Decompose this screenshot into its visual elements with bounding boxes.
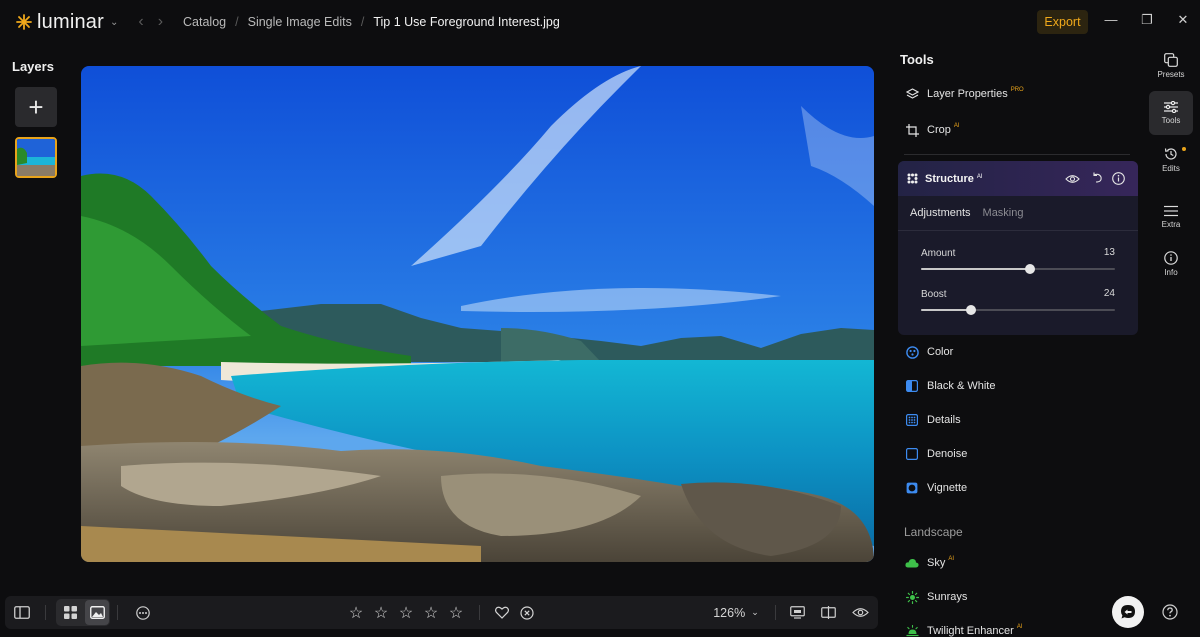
split-view-icon[interactable]	[819, 596, 837, 629]
tool-twilight-enhancer[interactable]: Twilight Enhancer AI	[905, 621, 1023, 637]
breadcrumb-album[interactable]: Single Image Edits	[248, 15, 352, 29]
rating-star-2[interactable]: ☆	[372, 596, 390, 629]
chat-assistant-button[interactable]	[1112, 596, 1144, 628]
tool-details[interactable]: Details	[905, 410, 961, 430]
rail-extra[interactable]: Extra	[1149, 195, 1193, 239]
visibility-eye-icon[interactable]	[1065, 173, 1080, 187]
amount-value: 13	[1103, 247, 1115, 258]
denoise-icon	[905, 447, 919, 461]
tab-adjustments[interactable]: Adjustments	[910, 207, 971, 219]
black-white-icon	[905, 379, 919, 393]
photo-canvas[interactable]	[81, 66, 874, 562]
info-icon	[1164, 251, 1178, 265]
section-landscape: Landscape	[904, 525, 963, 539]
sun-logo-icon	[16, 14, 32, 30]
color-palette-icon	[905, 345, 919, 359]
toggle-sidebar-icon[interactable]	[11, 596, 33, 629]
cloud-icon	[905, 556, 919, 570]
sun-icon	[905, 590, 919, 604]
more-options-icon[interactable]	[135, 596, 151, 629]
rating-star-1[interactable]: ☆	[347, 596, 365, 629]
minimize-icon[interactable]: —	[1101, 12, 1121, 27]
reset-undo-icon[interactable]	[1091, 172, 1103, 187]
preview-eye-icon[interactable]	[850, 596, 870, 629]
app-logo[interactable]: luminar ⌄	[16, 11, 118, 34]
structure-panel: Structure AI Adjustments Masking Amount 1…	[898, 161, 1138, 335]
zoom-level: 126%	[713, 605, 746, 620]
amount-label: Amount	[921, 248, 956, 259]
list-icon	[1164, 205, 1178, 217]
amount-slider-knob[interactable]	[1024, 264, 1035, 274]
export-button[interactable]: Export	[1037, 10, 1088, 34]
boost-value: 24	[1103, 288, 1115, 299]
close-icon[interactable]: ✕	[1173, 12, 1193, 28]
rating-star-5[interactable]: ☆	[447, 596, 465, 629]
tool-color[interactable]: Color	[905, 342, 953, 362]
favorite-heart-icon[interactable]	[493, 596, 511, 629]
grid-view-icon[interactable]	[60, 596, 80, 629]
structure-header[interactable]: Structure AI	[898, 161, 1138, 196]
app-name: luminar	[37, 10, 104, 33]
single-image-view-icon[interactable]	[87, 596, 107, 629]
breadcrumb: Catalog / Single Image Edits / Tip 1 Use…	[183, 15, 560, 29]
details-grid-icon	[905, 413, 919, 427]
zoom-dropdown[interactable]: 126% ⌄	[710, 596, 762, 629]
layer-thumbnail[interactable]	[15, 137, 57, 178]
back-arrow-icon[interactable]: ‹	[138, 13, 143, 31]
amount-slider[interactable]	[921, 264, 1115, 274]
boost-slider[interactable]	[921, 305, 1115, 315]
top-bar: luminar ⌄ ‹ › Catalog / Single Image Edi…	[0, 0, 1200, 44]
vignette-icon	[905, 481, 919, 495]
reject-icon[interactable]	[518, 596, 536, 629]
structure-icon	[907, 173, 918, 187]
layers-stack-icon	[905, 87, 919, 101]
layers-title: Layers	[12, 59, 54, 74]
tool-sunrays[interactable]: Sunrays	[905, 587, 967, 607]
tool-black-white[interactable]: Black & White	[905, 376, 995, 396]
presets-icon	[1164, 53, 1178, 67]
edits-indicator-dot	[1182, 147, 1186, 151]
tool-vignette[interactable]: Vignette	[905, 478, 967, 498]
tool-layer-properties[interactable]: Layer Properties PRO	[905, 84, 1024, 104]
tool-crop[interactable]: Crop AI	[905, 120, 960, 140]
rating-star-4[interactable]: ☆	[422, 596, 440, 629]
tab-masking[interactable]: Masking	[983, 207, 1024, 219]
forward-arrow-icon[interactable]: ›	[158, 13, 163, 31]
info-icon[interactable]	[1112, 172, 1125, 188]
compare-screen-icon[interactable]	[788, 596, 806, 629]
tools-icon	[1164, 101, 1178, 113]
chat-bubble-icon	[1121, 605, 1135, 619]
restore-icon[interactable]: ❐	[1137, 12, 1157, 28]
crop-icon	[905, 123, 919, 137]
rail-info[interactable]: Info	[1149, 242, 1193, 286]
rail-tools[interactable]: Tools	[1149, 91, 1193, 135]
tool-sky[interactable]: Sky AI	[905, 553, 954, 573]
help-icon[interactable]	[1162, 604, 1178, 620]
history-icon	[1164, 148, 1177, 160]
chevron-down-icon: ⌄	[751, 607, 759, 617]
breadcrumb-file: Tip 1 Use Foreground Interest.jpg	[373, 15, 560, 29]
twilight-icon	[905, 624, 919, 637]
chevron-down-icon[interactable]: ⌄	[110, 17, 118, 28]
add-layer-button[interactable]: +	[15, 87, 57, 127]
rail-edits[interactable]: Edits	[1149, 138, 1193, 182]
tools-title: Tools	[900, 52, 934, 67]
tool-denoise[interactable]: Denoise	[905, 444, 967, 464]
plus-icon: +	[28, 91, 44, 122]
structure-title: Structure AI	[925, 173, 983, 185]
boost-slider-knob[interactable]	[966, 305, 977, 315]
breadcrumb-catalog[interactable]: Catalog	[183, 15, 226, 29]
bottom-toolbar: ☆ ☆ ☆ ☆ ☆ 126% ⌄	[5, 596, 878, 629]
rating-star-3[interactable]: ☆	[397, 596, 415, 629]
boost-label: Boost	[921, 289, 947, 300]
rail-presets[interactable]: Presets	[1149, 44, 1193, 88]
